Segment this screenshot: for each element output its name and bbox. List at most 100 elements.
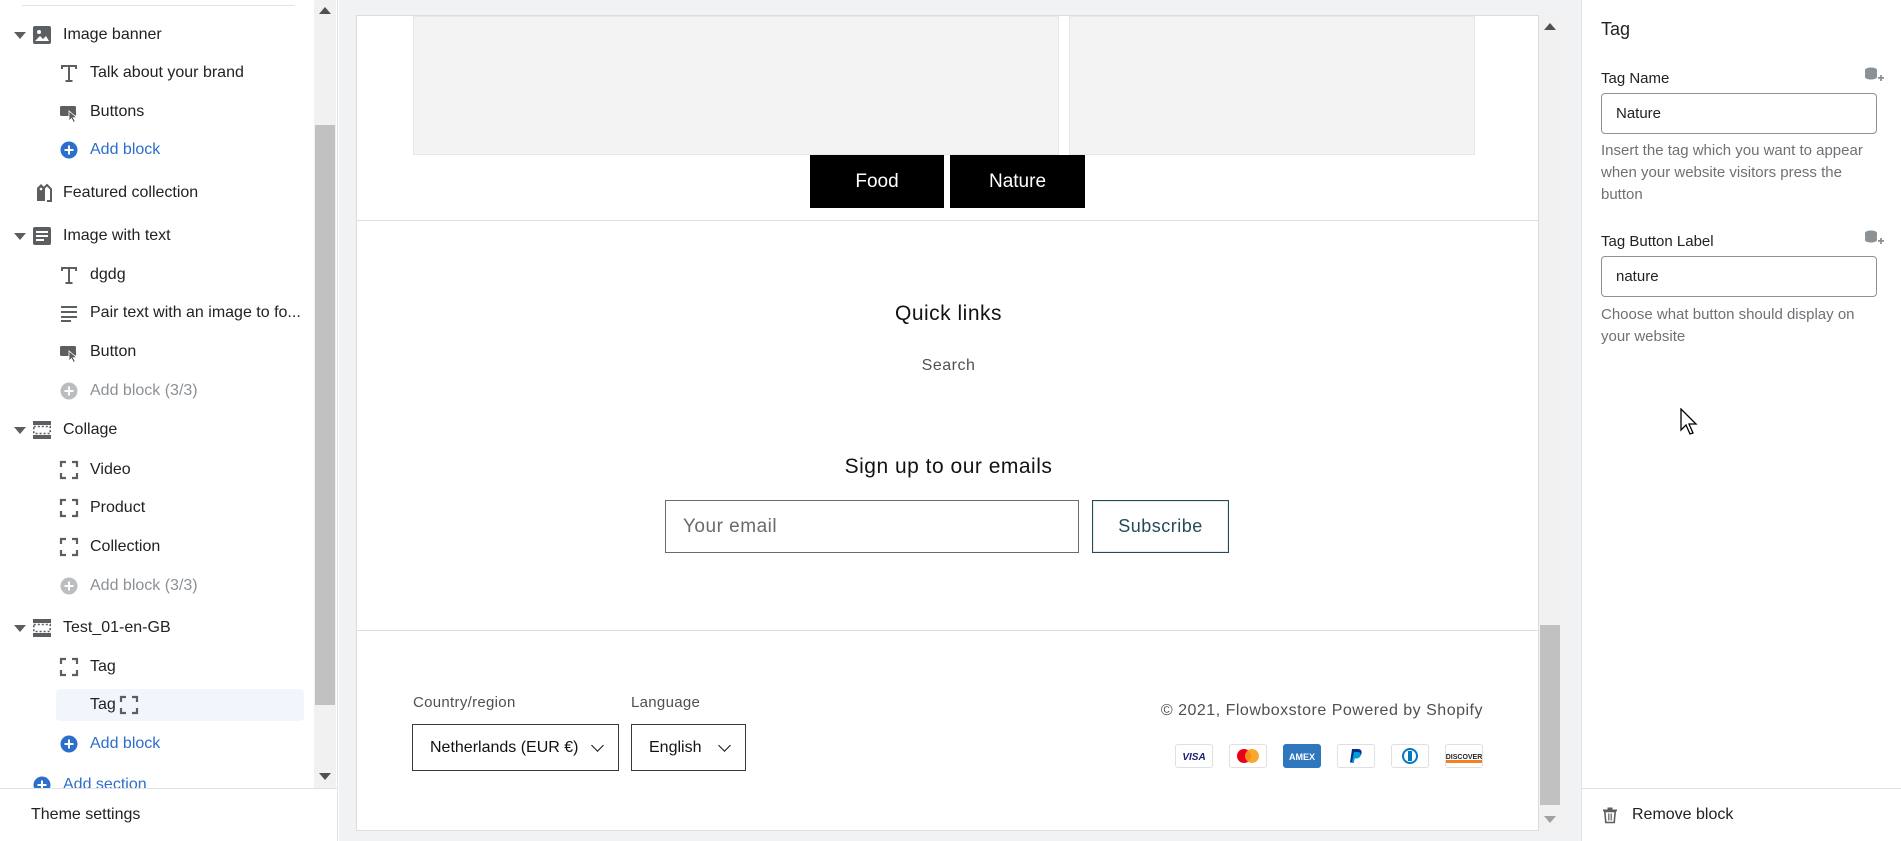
sidebar-item-label: Add section bbox=[63, 776, 147, 788]
sidebar-item-label: dgdg bbox=[90, 266, 126, 283]
sidebar-item-product[interactable]: Product bbox=[0, 492, 304, 524]
text-icon bbox=[58, 264, 80, 286]
sidebar-item-label: Add block (3/3) bbox=[90, 382, 198, 399]
amex-icon: AMEX bbox=[1283, 744, 1321, 768]
quick-links-heading: Quick links bbox=[894, 302, 1003, 325]
block-icon bbox=[58, 536, 80, 558]
sidebar-item-label: Test_01-en-GB bbox=[63, 619, 171, 636]
caret-down-icon[interactable] bbox=[14, 427, 26, 434]
button-icon bbox=[58, 101, 80, 123]
sidebar-item-label: Talk about your brand bbox=[90, 64, 244, 81]
scroll-down-arrow-icon[interactable] bbox=[1544, 816, 1556, 823]
scroll-up-arrow-icon[interactable] bbox=[1544, 23, 1556, 30]
text-icon bbox=[58, 62, 80, 84]
sidebar-item-featured-collection[interactable]: Featured collection bbox=[0, 177, 304, 209]
discover-icon: DISCOVER bbox=[1445, 744, 1483, 768]
add-item-add-section[interactable]: Add section bbox=[0, 769, 304, 788]
sidebar-item-image-with-text[interactable]: Image with text bbox=[0, 220, 304, 252]
sidebar-item-talk-about-your-brand[interactable]: Talk about your brand bbox=[0, 57, 304, 89]
chevron-down-icon bbox=[718, 739, 731, 752]
add-item-add-block-3-3[interactable]: Add block (3/3) bbox=[0, 570, 304, 602]
sidebar-item-buttons[interactable]: Buttons bbox=[0, 96, 304, 128]
sidebar-item-label: Video bbox=[90, 461, 131, 478]
tag-name-help: Insert the tag which you want to appear … bbox=[1601, 142, 1863, 203]
sidebar-item-tag[interactable]: Tag bbox=[0, 651, 304, 683]
section-icon bbox=[31, 617, 53, 639]
theme-settings-button[interactable]: Theme settings bbox=[0, 788, 338, 841]
add-circle-icon bbox=[58, 380, 80, 402]
add-circle-icon bbox=[31, 774, 53, 788]
scroll-down-arrow-icon[interactable] bbox=[319, 773, 331, 780]
sidebar-item-label: Collection bbox=[90, 538, 161, 555]
scroll-up-arrow-icon[interactable] bbox=[319, 7, 331, 14]
add-item-add-block[interactable]: Add block bbox=[0, 728, 304, 760]
sidebar-item-label: Product bbox=[90, 499, 146, 516]
chevron-down-icon bbox=[591, 739, 604, 752]
sidebar-scrollbar[interactable] bbox=[314, 0, 336, 788]
dynamic-source-icon[interactable] bbox=[1863, 66, 1885, 86]
sidebar-item-tag[interactable]: Tag bbox=[56, 689, 304, 721]
sidebar-item-label: Featured collection bbox=[63, 184, 199, 201]
language-select[interactable]: English bbox=[631, 724, 746, 771]
tag-button-nature[interactable]: Nature bbox=[950, 155, 1085, 208]
caret-down-icon[interactable] bbox=[14, 625, 26, 632]
sidebar-item-test-01-en-gb[interactable]: Test_01-en-GB bbox=[0, 612, 304, 644]
collage-image-placeholder bbox=[413, 16, 1059, 155]
scrollbar-thumb[interactable] bbox=[1540, 625, 1560, 805]
add-circle-icon bbox=[58, 575, 80, 597]
store-preview-frame: Food Nature Quick links Search Sign up t… bbox=[356, 15, 1539, 831]
country-region-value: Netherlands (EUR €) bbox=[430, 738, 579, 756]
quick-link-search[interactable]: Search bbox=[357, 357, 1538, 375]
caret-down-icon[interactable] bbox=[14, 233, 26, 240]
sidebar-item-dgdg[interactable]: dgdg bbox=[0, 259, 304, 291]
dynamic-source-icon[interactable] bbox=[1863, 229, 1885, 249]
country-region-select[interactable]: Netherlands (EUR €) bbox=[412, 724, 619, 771]
mastercard-icon bbox=[1229, 744, 1267, 768]
subscribe-button[interactable]: Subscribe bbox=[1092, 500, 1229, 553]
image-icon bbox=[31, 24, 53, 46]
country-region-label: Country/region bbox=[413, 694, 516, 711]
scrollbar-thumb[interactable] bbox=[315, 125, 335, 705]
button-icon bbox=[58, 341, 80, 363]
sidebar-item-collage[interactable]: Collage bbox=[0, 414, 304, 446]
tag-button-label-help: Choose what button should display on you… bbox=[1601, 306, 1855, 345]
tag-button-food[interactable]: Food bbox=[810, 155, 944, 208]
sidebar-item-label: Pair text with an image to fo... bbox=[90, 304, 301, 321]
image-with-text-icon bbox=[31, 225, 53, 247]
remove-block-button[interactable]: Remove block bbox=[1582, 788, 1901, 841]
sidebar-item-button[interactable]: Button bbox=[0, 336, 304, 368]
svg-text:DISCOVER: DISCOVER bbox=[1446, 754, 1482, 761]
preview-scrollbar[interactable] bbox=[1539, 15, 1561, 831]
section-tree: Image banner Talk about your brand Buttons… bbox=[0, 0, 310, 788]
sidebar-item-video[interactable]: Video bbox=[0, 454, 304, 486]
add-item-add-block[interactable]: Add block bbox=[0, 134, 304, 166]
language-value: English bbox=[649, 738, 702, 756]
sidebar-item-image-banner[interactable]: Image banner bbox=[0, 19, 304, 51]
tag-name-input[interactable] bbox=[1601, 93, 1877, 134]
add-circle-icon bbox=[58, 139, 80, 161]
sidebar-item-label: Collage bbox=[63, 421, 118, 438]
language-label: Language bbox=[631, 694, 701, 711]
tag-button-label-input[interactable] bbox=[1601, 256, 1877, 297]
sidebar-item-label: Add block bbox=[90, 141, 161, 158]
caret-down-icon[interactable] bbox=[14, 32, 26, 39]
sidebar-item-collection[interactable]: Collection bbox=[0, 531, 304, 563]
sidebar-item-label: Image with text bbox=[63, 227, 171, 244]
sidebar-item-label: Tag bbox=[90, 696, 116, 713]
sidebar-item-label: Add block (3/3) bbox=[90, 577, 198, 594]
sidebar-item-pair-text-with-an-image-to-fo[interactable]: Pair text with an image to fo... bbox=[0, 297, 304, 329]
svg-text:VISA: VISA bbox=[1182, 752, 1205, 762]
collection-tag-icon bbox=[31, 182, 53, 204]
sidebar-item-label: Add block bbox=[90, 735, 161, 752]
email-input[interactable] bbox=[665, 500, 1079, 553]
sidebar-item-label: Buttons bbox=[90, 103, 145, 120]
mouse-cursor-icon bbox=[1680, 408, 1698, 435]
section-icon bbox=[31, 419, 53, 441]
add-item-add-block-3-3[interactable]: Add block (3/3) bbox=[0, 375, 304, 407]
sidebar-item-label: Tag bbox=[90, 658, 116, 675]
divider bbox=[357, 220, 1538, 221]
payment-icons: VISA AMEX DISCOVER bbox=[1175, 744, 1483, 768]
collage-image-placeholder bbox=[1069, 16, 1475, 155]
block-icon bbox=[58, 656, 80, 678]
visa-icon: VISA bbox=[1175, 744, 1213, 768]
